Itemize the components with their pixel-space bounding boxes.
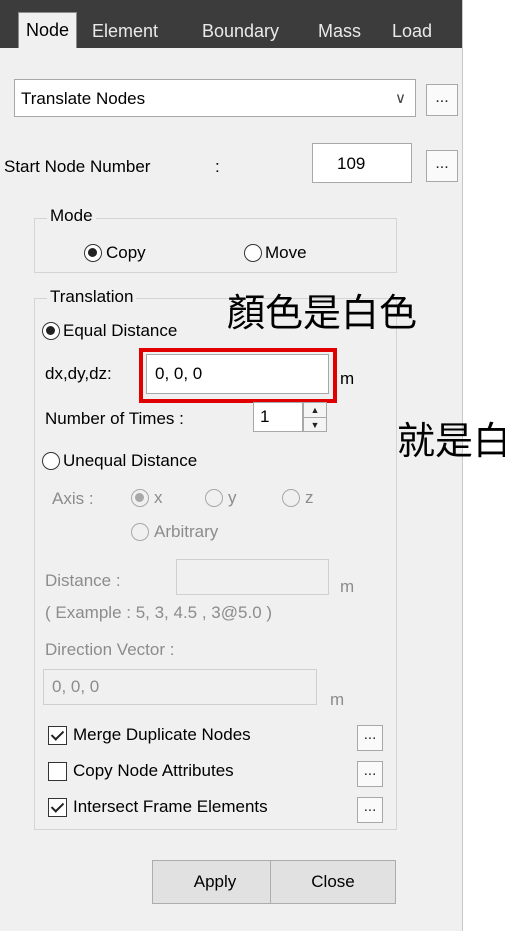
times-label: Number of Times : bbox=[45, 409, 184, 428]
merge-options-button[interactable]: ... bbox=[357, 725, 383, 751]
start-node-label: Start Node Number bbox=[4, 157, 151, 176]
equal-distance-radio[interactable] bbox=[42, 322, 60, 340]
panel-border bbox=[462, 0, 463, 931]
annotation-note-1: 顏色是白色 bbox=[227, 291, 418, 335]
copy-attributes-label: Copy Node Attributes bbox=[73, 761, 234, 780]
spinner-arrows[interactable]: ▲ ▼ bbox=[303, 402, 327, 432]
tab-boundary[interactable]: Boundary bbox=[195, 14, 286, 48]
close-button[interactable]: Close bbox=[270, 860, 396, 904]
mode-move-label: Move bbox=[265, 243, 307, 262]
spin-up-icon[interactable]: ▲ bbox=[304, 403, 326, 418]
axis-arbitrary-label: Arbitrary bbox=[154, 522, 219, 541]
function-dropdown-value: Translate Nodes bbox=[21, 89, 146, 108]
tab-node[interactable]: Node bbox=[18, 12, 78, 48]
tab-element[interactable]: Element bbox=[85, 14, 165, 48]
tab-mass[interactable]: Mass bbox=[311, 14, 368, 48]
start-node-input[interactable]: 109 bbox=[312, 143, 412, 183]
function-options-button[interactable]: ... bbox=[426, 84, 458, 116]
unequal-distance-radio[interactable] bbox=[42, 452, 60, 470]
merge-duplicate-label: Merge Duplicate Nodes bbox=[73, 725, 251, 744]
intersect-options-button[interactable]: ... bbox=[357, 797, 383, 823]
mode-move-radio[interactable] bbox=[244, 244, 262, 262]
axis-arbitrary-radio[interactable] bbox=[131, 523, 149, 541]
direction-vector-label: Direction Vector : bbox=[45, 640, 175, 659]
chevron-down-icon: ∨ bbox=[395, 90, 406, 107]
unequal-distance-label: Unequal Distance bbox=[63, 451, 198, 470]
example-text: ( Example : 5, 3, 4.5 , 3@5.0 ) bbox=[45, 603, 273, 622]
start-node-separator: : bbox=[215, 157, 220, 176]
distance-input[interactable] bbox=[176, 559, 329, 595]
copy-attributes-options-button[interactable]: ... bbox=[357, 761, 383, 787]
start-node-options-button[interactable]: ... bbox=[426, 150, 458, 182]
mode-copy-label: Copy bbox=[106, 243, 146, 262]
distance-unit: m bbox=[340, 577, 355, 596]
axis-z-radio[interactable] bbox=[282, 489, 300, 507]
distance-label: Distance : bbox=[45, 571, 121, 590]
intersect-frame-checkbox[interactable] bbox=[48, 798, 67, 817]
dxdydz-label: dx,dy,dz: bbox=[45, 364, 112, 383]
axis-y-label: y bbox=[228, 488, 237, 507]
times-value[interactable]: 1 bbox=[253, 402, 303, 432]
mode-copy-radio[interactable] bbox=[84, 244, 102, 262]
axis-z-label: z bbox=[305, 488, 314, 507]
merge-duplicate-checkbox[interactable] bbox=[48, 726, 67, 745]
tab-bar: Node Element Boundary Mass Load bbox=[0, 0, 462, 48]
times-spinner[interactable]: 1 ▲ ▼ bbox=[253, 402, 327, 432]
axis-label: Axis : bbox=[52, 489, 94, 508]
spin-down-icon[interactable]: ▼ bbox=[304, 418, 326, 432]
dxdydz-unit: m bbox=[340, 369, 355, 388]
apply-button[interactable]: Apply bbox=[152, 860, 278, 904]
equal-distance-label: Equal Distance bbox=[63, 321, 178, 340]
intersect-frame-label: Intersect Frame Elements bbox=[73, 797, 268, 816]
annotation-note-2: 就是白 bbox=[397, 419, 505, 463]
function-dropdown[interactable]: Translate Nodes ∨ bbox=[14, 79, 416, 117]
axis-x-radio[interactable] bbox=[131, 489, 149, 507]
direction-vector-unit: m bbox=[330, 690, 345, 709]
copy-attributes-checkbox[interactable] bbox=[48, 762, 67, 781]
tab-load[interactable]: Load bbox=[385, 14, 439, 48]
mode-group-title: Mode bbox=[47, 206, 96, 226]
axis-y-radio[interactable] bbox=[205, 489, 223, 507]
axis-x-label: x bbox=[154, 488, 163, 507]
direction-vector-input[interactable]: 0, 0, 0 bbox=[43, 669, 317, 705]
highlight-box bbox=[139, 348, 337, 403]
translation-group-title: Translation bbox=[47, 287, 137, 307]
